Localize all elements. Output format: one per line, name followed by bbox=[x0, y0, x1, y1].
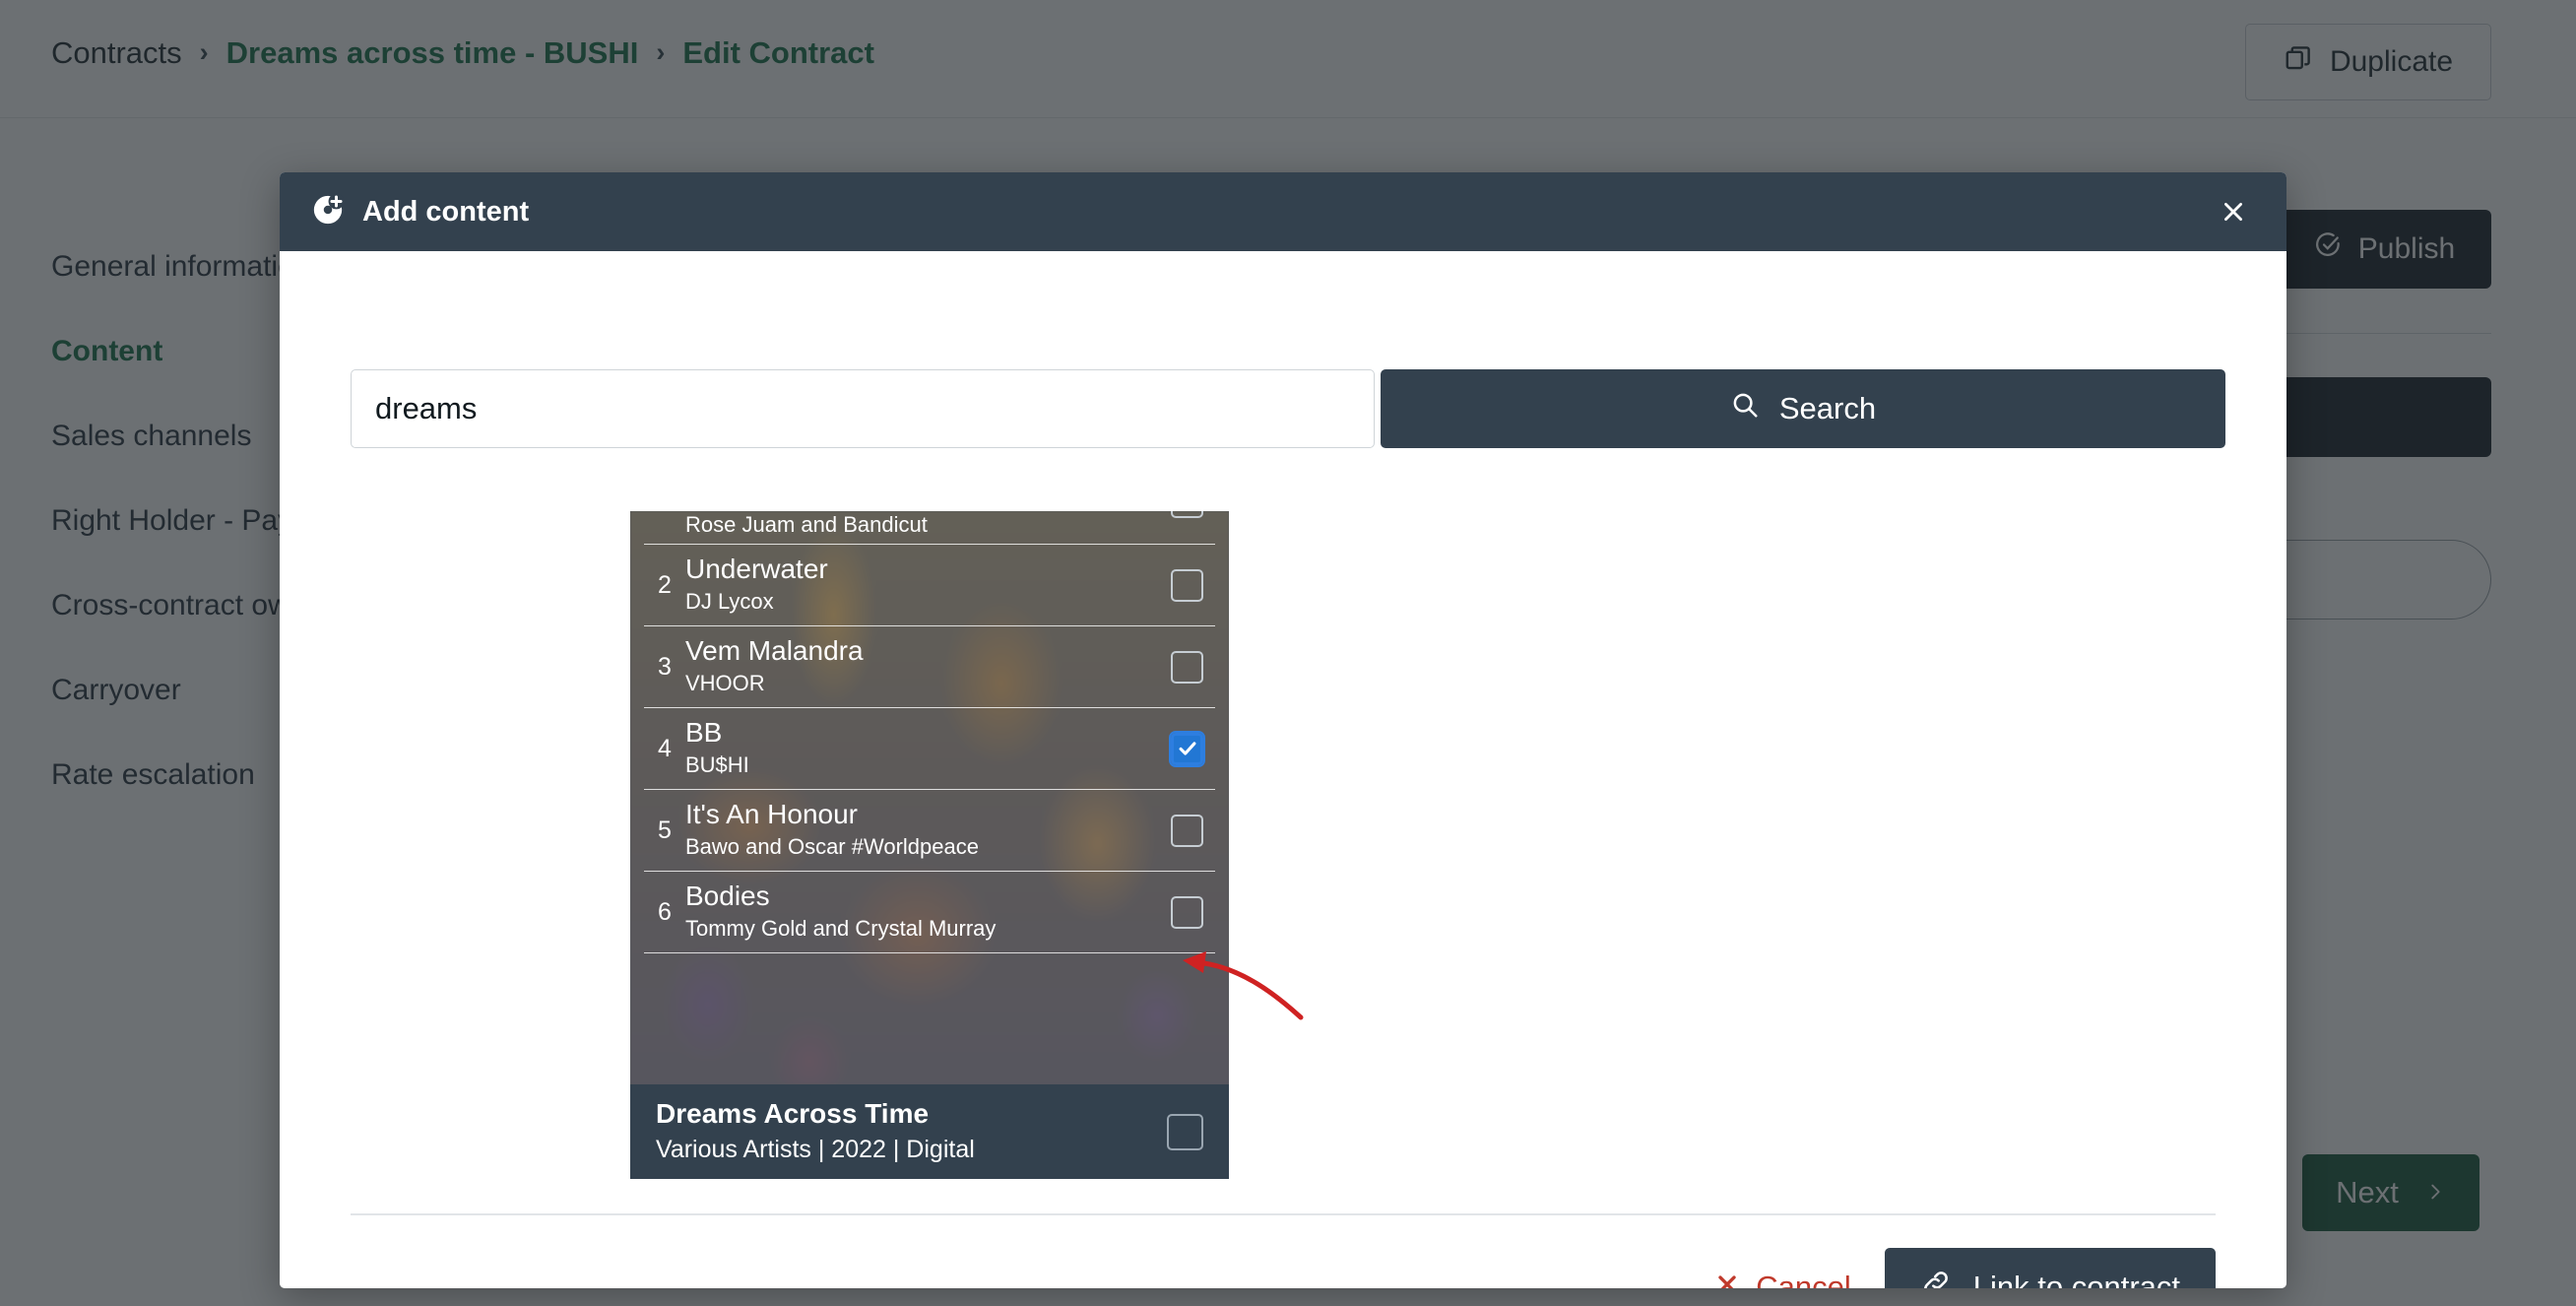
modal-body: Search 1 Rose Juam and Bandicut 2 bbox=[280, 251, 2286, 1288]
track-title: BB bbox=[685, 717, 723, 749]
modal-footer: Cancel Link to contract bbox=[1695, 1248, 2216, 1288]
album-title: Dreams Across Time bbox=[656, 1098, 930, 1130]
track-checkbox[interactable] bbox=[1171, 895, 1203, 929]
track-number: 5 bbox=[658, 816, 672, 844]
modal-header-left: Add content bbox=[311, 193, 529, 231]
track-row[interactable]: 4 BB BU$HI bbox=[644, 708, 1215, 790]
search-result-card: 1 Rose Juam and Bandicut 2 Underwater DJ… bbox=[630, 511, 1229, 1179]
track-checkbox[interactable] bbox=[1171, 814, 1203, 847]
track-checkbox[interactable] bbox=[1171, 511, 1203, 518]
track-row[interactable]: 3 Vem Malandra VHOOR bbox=[644, 626, 1215, 708]
track-meta: BB BU$HI bbox=[685, 717, 1171, 780]
search-button-label: Search bbox=[1778, 391, 1877, 425]
track-artist: VHOOR bbox=[685, 671, 765, 696]
track-artist: Tommy Gold and Crystal Murray bbox=[685, 916, 997, 942]
modal-header: Add content bbox=[280, 172, 2286, 251]
link-icon bbox=[1920, 1268, 1952, 1288]
track-number: 6 bbox=[658, 897, 672, 926]
x-icon bbox=[1714, 1270, 1740, 1288]
album-meta: Dreams Across Time Various Artists | 202… bbox=[656, 1097, 1167, 1165]
track-artist: BU$HI bbox=[685, 752, 749, 778]
track-meta: Underwater DJ Lycox bbox=[685, 554, 1171, 617]
track-title: Vem Malandra bbox=[685, 635, 864, 667]
album-checkbox[interactable] bbox=[1167, 1113, 1203, 1150]
track-artist: DJ Lycox bbox=[685, 589, 774, 615]
link-to-contract-label: Link to contract bbox=[1972, 1269, 2180, 1289]
track-number: 2 bbox=[658, 570, 672, 599]
search-input[interactable] bbox=[351, 369, 1375, 448]
track-checkbox[interactable] bbox=[1171, 568, 1203, 602]
search-button[interactable]: Search bbox=[1381, 369, 2225, 448]
track-meta: Bodies Tommy Gold and Crystal Murray bbox=[685, 881, 1171, 944]
track-checkbox-selected[interactable] bbox=[1169, 730, 1205, 767]
track-row[interactable]: 2 Underwater DJ Lycox bbox=[644, 545, 1215, 626]
track-checkbox[interactable] bbox=[1171, 650, 1203, 684]
link-to-contract-button[interactable]: Link to contract bbox=[1884, 1248, 2216, 1289]
add-content-modal: Add content Search bbox=[280, 172, 2286, 1288]
track-title: Underwater bbox=[685, 554, 828, 585]
track-artist: Bawo and Oscar #Worldpeace bbox=[685, 834, 979, 860]
cancel-button-label: Cancel bbox=[1756, 1269, 1851, 1289]
track-meta: Rose Juam and Bandicut bbox=[685, 511, 1171, 540]
track-meta: It's An Honour Bawo and Oscar #Worldpeac… bbox=[685, 799, 1171, 862]
track-row[interactable]: 6 Bodies Tommy Gold and Crystal Murray bbox=[644, 872, 1215, 953]
track-rows: 1 Rose Juam and Bandicut 2 Underwater DJ… bbox=[630, 511, 1229, 1084]
disc-plus-icon bbox=[311, 193, 345, 231]
track-number: 3 bbox=[658, 652, 672, 681]
track-number: 4 bbox=[658, 734, 672, 762]
track-title: Bodies bbox=[685, 881, 770, 912]
modal-title: Add content bbox=[362, 195, 530, 228]
modal-footer-divider bbox=[351, 1213, 2216, 1215]
track-artist: Rose Juam and Bandicut bbox=[685, 512, 928, 537]
track-row[interactable]: 1 Rose Juam and Bandicut bbox=[644, 511, 1215, 545]
cancel-button[interactable]: Cancel bbox=[1695, 1256, 1871, 1289]
album-summary[interactable]: Dreams Across Time Various Artists | 202… bbox=[630, 1084, 1229, 1179]
album-subtitle: Various Artists | 2022 | Digital bbox=[656, 1136, 975, 1164]
track-title: It's An Honour bbox=[685, 799, 858, 830]
track-meta: Vem Malandra VHOOR bbox=[685, 635, 1171, 698]
search-icon bbox=[1730, 390, 1760, 427]
track-row[interactable]: 5 It's An Honour Bawo and Oscar #Worldpe… bbox=[644, 790, 1215, 872]
close-icon[interactable] bbox=[2214, 192, 2253, 231]
track-list[interactable]: 1 Rose Juam and Bandicut 2 Underwater DJ… bbox=[630, 511, 1229, 1084]
search-row: Search bbox=[351, 369, 2225, 448]
